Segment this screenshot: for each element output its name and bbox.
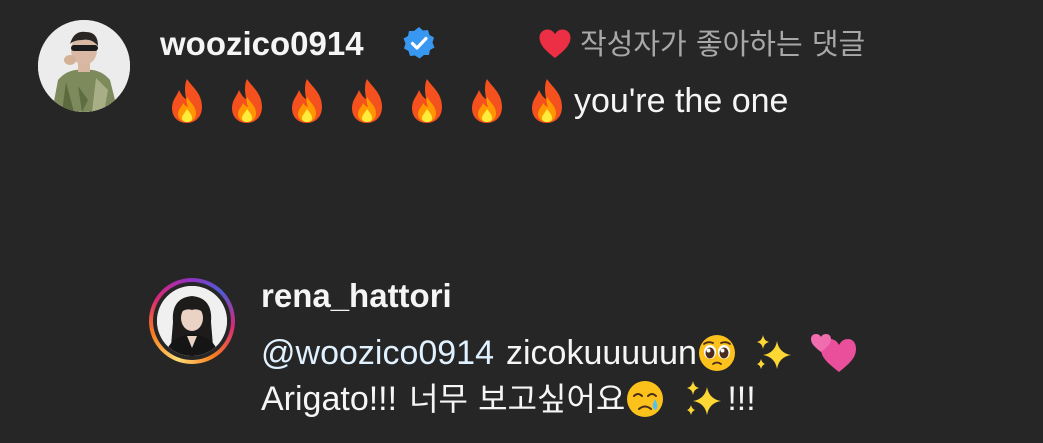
fire-icon [352,79,382,123]
sparkles-icon [756,335,791,369]
avatar-photo [157,286,227,356]
reply-text: Arigato!!! [261,380,398,418]
fire-icon [292,79,322,123]
story-ring[interactable] [149,278,235,364]
fire-icon [412,79,442,123]
two-hearts-icon [810,334,856,372]
comment: woozico0914 작성자가 좋아하는 댓글 you're the one [38,20,1028,130]
crying-face-icon [627,381,664,417]
fire-icon [172,79,202,123]
verified-badge-icon [403,27,435,59]
reply-text-line: @woozico0914 zicokuuuuun [261,330,857,376]
liked-by-author-badge: 작성자가 좋아하는 댓글 [538,26,865,62]
reply-text-line: Arigato!!! 너무 보고싶어요 !!! [261,376,756,422]
comment-text: you're the one [574,82,789,120]
fire-icon [232,79,262,123]
avatar-photo [38,20,130,112]
mention-link[interactable]: @woozico0914 [261,330,494,376]
comment-body: you're the one [166,76,788,126]
pleading-face-icon [698,335,735,371]
sparkles-icon [687,381,722,415]
avatar[interactable] [157,286,227,356]
reply-comment: rena_hattori @woozico0914 zicokuuuuun Ar… [149,274,1029,434]
story-ring-gap [153,282,231,360]
avatar[interactable] [38,20,130,112]
reply-username[interactable]: rena_hattori [261,276,452,316]
reply-text: 너무 보고싶어요 [409,380,626,418]
reply-text: zicokuuuuun [506,334,697,372]
comment-username[interactable]: woozico0914 [160,24,364,64]
fire-icon [472,79,502,123]
fire-icon [532,79,562,123]
liked-by-author-label: 작성자가 좋아하는 댓글 [580,27,866,61]
heart-icon [539,29,571,58]
reply-text: !!! [727,380,756,418]
